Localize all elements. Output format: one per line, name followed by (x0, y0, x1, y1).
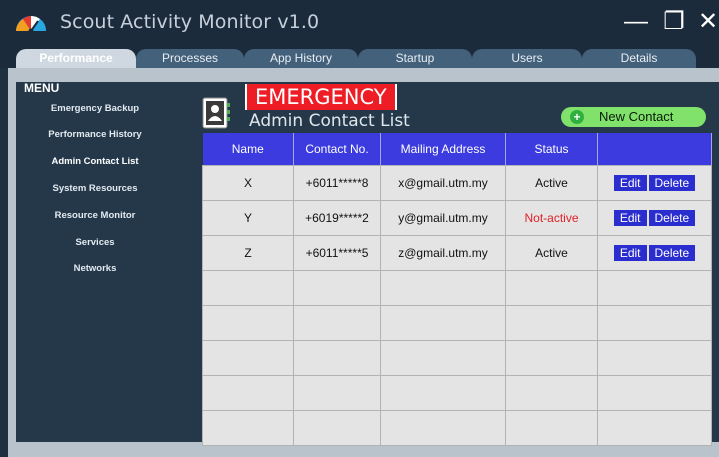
delete-button[interactable]: Delete (648, 175, 696, 191)
empty-cell (293, 270, 381, 306)
cell-email: z@gmail.utm.my (380, 235, 506, 271)
tab-label: Details (620, 51, 658, 65)
empty-row (202, 375, 712, 411)
header-status: Status (505, 133, 598, 166)
sidebar-item-emergency-backup[interactable]: Emergency Backup (16, 103, 174, 114)
cell-email: x@gmail.utm.my (380, 165, 506, 201)
empty-cell (380, 340, 506, 376)
close-button[interactable]: ✕ (694, 9, 719, 35)
empty-row (202, 270, 712, 306)
edit-button[interactable]: Edit (613, 245, 647, 261)
empty-row (202, 340, 712, 376)
empty-cell (293, 375, 381, 411)
empty-cell (202, 270, 294, 306)
tab-label: Processes (161, 51, 219, 65)
tab-label: Startup (395, 51, 435, 65)
tab-details[interactable]: Details (582, 49, 696, 68)
tab-users[interactable]: Users (472, 49, 582, 68)
header-name: Name (202, 133, 294, 166)
plus-icon: + (570, 110, 584, 124)
tab-app-history[interactable]: App History (244, 49, 358, 68)
empty-cell (380, 305, 506, 341)
empty-cell (597, 375, 712, 411)
empty-cell (202, 410, 294, 446)
cell-status: Active (505, 235, 598, 271)
emergency-badge: EMERGENCY (245, 84, 397, 110)
empty-row (202, 410, 712, 446)
cell-actions: Edit Delete (597, 235, 712, 271)
sidebar-item-resource-monitor[interactable]: Resource Monitor (16, 210, 174, 221)
sidebar-item-networks[interactable]: Networks (16, 263, 174, 274)
cell-name: Y (202, 200, 294, 236)
empty-cell (597, 305, 712, 341)
empty-cell (505, 340, 598, 376)
tab-startup[interactable]: Startup (358, 49, 472, 68)
header-address: Mailing Address (380, 133, 506, 166)
sidebar-item-services[interactable]: Services (16, 237, 174, 248)
cell-actions: Edit Delete (597, 200, 712, 236)
cell-status: Active (505, 165, 598, 201)
cell-email: y@gmail.utm.my (380, 200, 506, 236)
sidebar: MENU Emergency Backup Performance Histor… (16, 81, 174, 442)
sidebar-item-performance-history[interactable]: Performance History (16, 129, 174, 140)
empty-cell (505, 305, 598, 341)
cell-contact: +6011*****8 (293, 165, 381, 201)
tab-performance[interactable]: Performance (16, 49, 136, 68)
delete-button[interactable]: Delete (648, 245, 696, 261)
menu-title: MENU (24, 81, 60, 95)
sidebar-item-admin-contact-list[interactable]: Admin Contact List (16, 156, 174, 167)
table-header-row: Name Contact No. Mailing Address Status (202, 133, 712, 166)
cell-actions: Edit Delete (597, 165, 712, 201)
table-row: Y +6019*****2 y@gmail.utm.my Not-active … (202, 200, 712, 236)
empty-cell (380, 375, 506, 411)
empty-cell (505, 375, 598, 411)
cell-contact: +6011*****5 (293, 235, 381, 271)
delete-button[interactable]: Delete (648, 210, 696, 226)
table-row: Z +6011*****5 z@gmail.utm.my Active Edit… (202, 235, 712, 271)
new-contact-label: New Contact (599, 109, 674, 124)
tab-label: Users (511, 51, 543, 65)
new-contact-button[interactable]: + New Contact (561, 107, 706, 127)
tab-label: Performance (39, 51, 113, 65)
empty-cell (293, 305, 381, 341)
gauge-icon (16, 16, 46, 33)
table-row: X +6011*****8 x@gmail.utm.my Active Edit… (202, 165, 712, 201)
empty-cell (597, 340, 712, 376)
cell-name: Z (202, 235, 294, 271)
sidebar-item-system-resources[interactable]: System Resources (16, 183, 174, 194)
header-actions (597, 133, 712, 166)
cell-contact: +6019*****2 (293, 200, 381, 236)
empty-cell (380, 270, 506, 306)
tab-processes[interactable]: Processes (136, 49, 244, 68)
empty-cell (597, 270, 712, 306)
minimize-button[interactable]: — (622, 9, 650, 35)
empty-cell (597, 410, 712, 446)
empty-cell (380, 410, 506, 446)
empty-cell (202, 375, 294, 411)
contact-book-icon (202, 97, 230, 129)
contact-table: Name Contact No. Mailing Address Status … (202, 133, 712, 446)
header-contact: Contact No. (293, 133, 381, 166)
empty-cell (293, 340, 381, 376)
empty-cell (505, 270, 598, 306)
empty-cell (505, 410, 598, 446)
page-subtitle: Admin Contact List (249, 111, 410, 131)
tab-label: App History (269, 51, 333, 65)
tab-bar: Performance Processes App History Startu… (0, 44, 719, 68)
cell-name: X (202, 165, 294, 201)
empty-cell (202, 305, 294, 341)
app-title: Scout Activity Monitor v1.0 (60, 11, 320, 33)
edit-button[interactable]: Edit (613, 210, 647, 226)
empty-row (202, 305, 712, 341)
title-bar: Scout Activity Monitor v1.0 — ❐ ✕ (0, 0, 719, 44)
cell-status: Not-active (505, 200, 598, 236)
maximize-button[interactable]: ❐ (660, 9, 688, 35)
edit-button[interactable]: Edit (613, 175, 647, 191)
empty-cell (293, 410, 381, 446)
empty-cell (202, 340, 294, 376)
